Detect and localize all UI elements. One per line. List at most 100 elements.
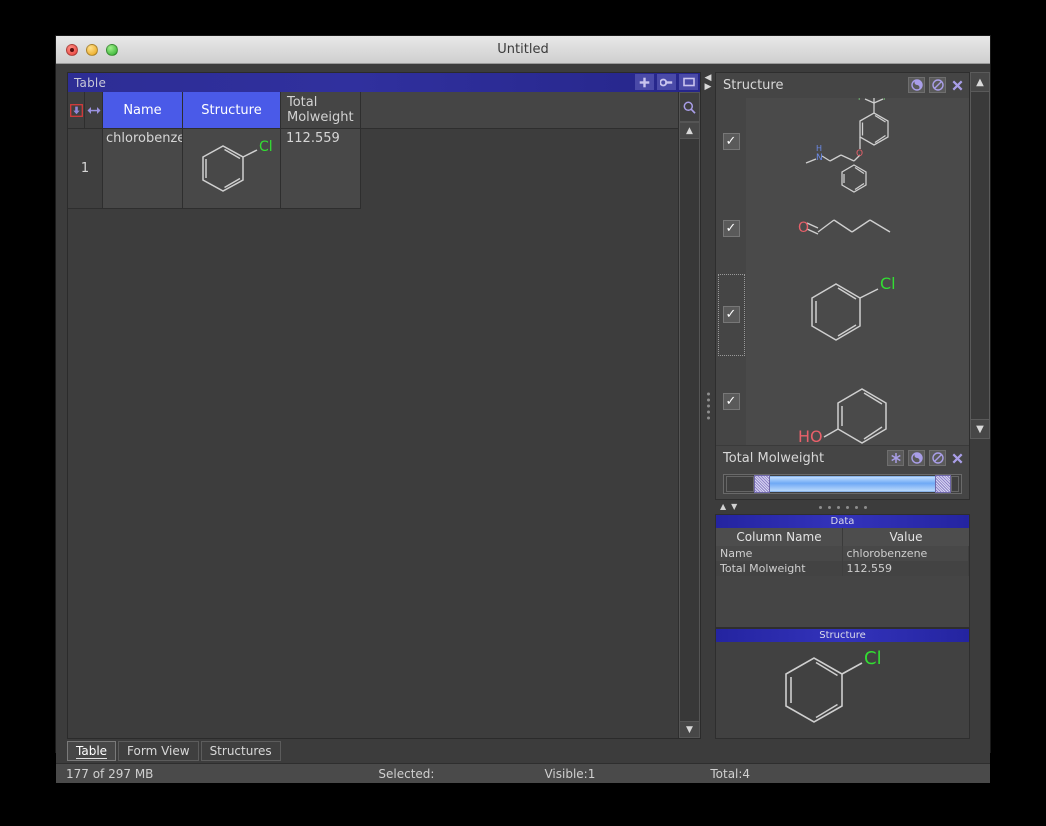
view-tabs: Table Form View Structures: [56, 739, 990, 763]
data-header-value[interactable]: Value: [843, 528, 969, 546]
molweight-range-slider[interactable]: [723, 474, 962, 494]
chlorine-label: Cl: [259, 139, 273, 155]
structure-section-title: Structure: [716, 629, 969, 642]
structure-thumbnail[interactable]: Cl: [746, 272, 969, 359]
application-window: Untitled Table Name Structure Total Molw…: [55, 35, 991, 783]
data-table-empty-area: [716, 576, 969, 627]
connect-button[interactable]: [657, 74, 676, 90]
window-titlebar: Untitled: [56, 36, 990, 64]
table-grid-wrapper: Name Structure Total Molweight 1 chlorob…: [68, 92, 700, 738]
structure-checkbox[interactable]: ✓: [722, 393, 740, 411]
tab-structures[interactable]: Structures: [200, 741, 281, 761]
structure-checkbox-cell[interactable]: ✓: [716, 98, 746, 185]
splitter-grip-icon[interactable]: [706, 392, 710, 419]
close-group-button[interactable]: [950, 451, 964, 466]
row-number: 1: [68, 129, 103, 209]
table-rows: 1 chlorobenzen: [68, 129, 678, 738]
cell-name[interactable]: chlorobenzen: [103, 129, 183, 209]
detail-scroll-down-button[interactable]: ▼: [970, 419, 990, 439]
slider-track[interactable]: [770, 476, 935, 492]
structure-checkbox-column: ✓ ✓ ✓ ✓: [716, 98, 746, 445]
status-selected: Selected:: [378, 766, 435, 781]
pane-splitter[interactable]: ◀ ▶: [701, 72, 715, 739]
range-low-handle[interactable]: [754, 475, 770, 493]
form-area: Structure ✓ ✓ ✓ ✓ O N H O Cl HO Total Mo…: [715, 72, 970, 500]
data-row[interactable]: Total Molweight 112.559: [716, 561, 969, 576]
disable-filter-button[interactable]: [929, 77, 946, 93]
structure-group-buttons: [908, 77, 964, 93]
structure-checkbox-cell[interactable]: ✓: [716, 185, 746, 272]
status-total: Total:4: [710, 766, 751, 781]
data-row[interactable]: Name chlorobenzene: [716, 546, 969, 561]
column-header-filler: [361, 92, 678, 129]
cell-structure[interactable]: Cl: [183, 129, 281, 209]
structure-checkbox-cell-focused[interactable]: ✓: [716, 272, 746, 359]
asterisk-icon: [890, 453, 901, 463]
collapse-right-icon[interactable]: ▶: [705, 83, 712, 92]
table-row[interactable]: 1 chlorobenzen: [68, 129, 678, 209]
detail-scroll-up-button[interactable]: ▲: [970, 72, 990, 92]
structure-thumbnail[interactable]: O: [746, 185, 969, 272]
slider-right-region: [951, 476, 959, 492]
slider-left-region: [726, 476, 754, 492]
data-header-column-name[interactable]: Column Name: [716, 528, 843, 546]
tab-form-view[interactable]: Form View: [118, 741, 199, 761]
form-nav-grip-icon[interactable]: [715, 505, 970, 509]
cell-filler: [361, 129, 678, 209]
resize-columns-button[interactable]: [85, 92, 103, 129]
hydroxyl-label: HO: [798, 427, 823, 446]
range-high-handle[interactable]: [935, 475, 951, 493]
window-body: Table Name Structure Total Molweight 1 c…: [56, 64, 990, 783]
structure-checkbox[interactable]: ✓: [722, 306, 740, 324]
detail-pane: Structure ✓ ✓ ✓ ✓ O N H O Cl HO Total Mo…: [715, 72, 990, 739]
status-bar: 177 of 297 MB Selected: Visible:1 Total:…: [56, 763, 990, 783]
status-memory: 177 of 297 MB: [66, 766, 154, 781]
chlorobenzene-structure-icon: Cl: [784, 648, 881, 723]
close-icon: [952, 453, 962, 463]
contrast-toggle-button[interactable]: [908, 450, 925, 466]
split-area: Table Name Structure Total Molweight 1 c…: [56, 72, 990, 739]
chlorobenzene-structure-icon: Cl: [202, 139, 273, 192]
structure-checkbox-cell[interactable]: ✓: [716, 358, 746, 445]
molweight-filter-group: Total Molweight: [716, 445, 969, 499]
detail-scrollbar-track[interactable]: [970, 92, 990, 419]
structure-section-body[interactable]: Cl: [716, 642, 969, 738]
search-button[interactable]: [679, 92, 700, 122]
form-nav-strip: ▲ ▼: [715, 500, 970, 514]
table-vertical-scrollbar[interactable]: [679, 139, 700, 721]
chlorobenzene-structure-icon: Cl: [810, 274, 895, 341]
column-header-molweight[interactable]: Total Molweight: [281, 92, 361, 129]
oxygen-label: O: [856, 149, 863, 159]
data-cell-value: 112.559: [843, 561, 969, 576]
add-column-button[interactable]: [635, 74, 654, 90]
oxygen-label: O: [798, 220, 809, 236]
structure-thumbnail[interactable]: HO: [746, 358, 969, 446]
insert-row-button[interactable]: [68, 92, 85, 129]
structure-section: Structure Cl: [715, 628, 970, 739]
table-scroll-down-button[interactable]: ▼: [679, 721, 700, 738]
column-header-name[interactable]: Name: [103, 92, 183, 129]
data-cell-column: Name: [716, 546, 843, 561]
table-scroll-up-button[interactable]: ▲: [679, 122, 700, 139]
column-header-structure[interactable]: Structure: [183, 92, 281, 129]
tab-table[interactable]: Table: [67, 741, 117, 761]
detail-scrollbar-spacer: [970, 439, 990, 739]
structure-filter-list: ✓ ✓ ✓ ✓ O N H O Cl HO: [716, 89, 969, 446]
maximize-panel-button[interactable]: [679, 74, 698, 90]
cell-molweight[interactable]: 112.559: [281, 129, 361, 209]
disable-filter-button[interactable]: [929, 450, 946, 466]
molweight-group-title: Total Molweight: [723, 451, 825, 466]
snowflake-button[interactable]: [887, 450, 904, 466]
table-header-row: Name Structure Total Molweight: [68, 92, 678, 129]
nitrogen-label: N: [816, 153, 823, 163]
window-title: Untitled: [497, 42, 549, 57]
detail-pane-scrollbar[interactable]: ▲ ▼: [970, 72, 990, 739]
contrast-toggle-button[interactable]: [908, 77, 925, 93]
structure-checkbox[interactable]: ✓: [722, 219, 740, 237]
structure-checkbox[interactable]: ✓: [722, 132, 740, 150]
status-visible: Visible:1: [544, 766, 596, 781]
hydrogen-label: H: [816, 144, 822, 153]
tab-table-label: Table: [76, 743, 108, 759]
close-group-button[interactable]: [950, 78, 964, 93]
structure-thumbnail[interactable]: O N H F F F: [746, 89, 969, 193]
